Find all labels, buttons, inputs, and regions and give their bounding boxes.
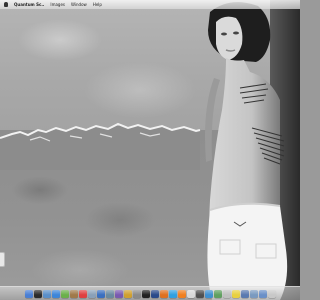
- preview-icon[interactable]: [87, 289, 96, 298]
- dashboard-icon[interactable]: [33, 289, 42, 298]
- menu-window[interactable]: Window: [71, 0, 87, 9]
- wallpaper-portrait: [205, 0, 300, 300]
- trash-icon[interactable]: [267, 289, 276, 298]
- ichat-icon[interactable]: [60, 289, 69, 298]
- photoshop-icon[interactable]: [150, 289, 159, 298]
- calculator-icon[interactable]: [195, 289, 204, 298]
- menu-images[interactable]: Images: [50, 0, 65, 9]
- utility-icon[interactable]: [222, 289, 231, 298]
- itunes-icon[interactable]: [96, 289, 105, 298]
- menu-bar: Quantum Sc.. Images Window Help: [0, 0, 300, 9]
- stickies-icon[interactable]: [231, 289, 240, 298]
- terminal-icon[interactable]: [141, 289, 150, 298]
- folder-icon[interactable]: [258, 289, 267, 298]
- firefox-icon[interactable]: [159, 289, 168, 298]
- mail-icon[interactable]: [42, 289, 51, 298]
- dock: [0, 286, 300, 300]
- app-store-icon[interactable]: [204, 289, 213, 298]
- iphoto-icon[interactable]: [105, 289, 114, 298]
- system-preferences-icon[interactable]: [132, 289, 141, 298]
- itunes-alt-icon[interactable]: [213, 289, 222, 298]
- downloads-icon[interactable]: [240, 289, 249, 298]
- vlc-icon[interactable]: [177, 289, 186, 298]
- menu-help[interactable]: Help: [93, 0, 102, 9]
- documents-icon[interactable]: [249, 289, 258, 298]
- skype-icon[interactable]: [168, 289, 177, 298]
- desktop-wallpaper: [0, 0, 300, 300]
- textedit-icon[interactable]: [186, 289, 195, 298]
- ical-icon[interactable]: [78, 289, 87, 298]
- apple-icon[interactable]: [4, 2, 8, 7]
- garageband-icon[interactable]: [123, 289, 132, 298]
- safari-icon[interactable]: [51, 289, 60, 298]
- address-book-icon[interactable]: [69, 289, 78, 298]
- finder-icon[interactable]: [24, 289, 33, 298]
- imovie-icon[interactable]: [114, 289, 123, 298]
- side-drawer-tab[interactable]: [0, 252, 5, 267]
- menu-app-name[interactable]: Quantum Sc..: [14, 0, 44, 9]
